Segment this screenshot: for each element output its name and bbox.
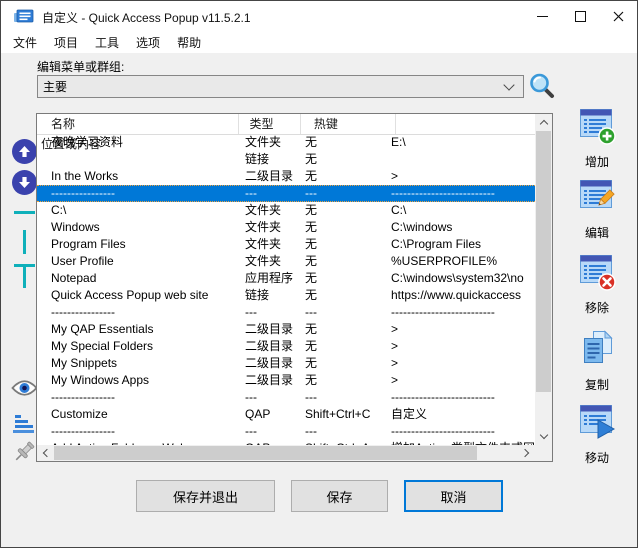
minimize-button[interactable]	[523, 1, 561, 32]
title-bar: 自定义 - Quick Access Popup v11.5.2.1	[1, 1, 637, 32]
remove-button[interactable]: 移除	[564, 254, 630, 316]
save-button[interactable]: 保存	[291, 480, 388, 512]
table-row[interactable]: ----------------------------------------…	[37, 389, 535, 406]
table-body: 夜晚学习资料文件夹无E:\ 链接无 In the Works二级目录无> ---…	[37, 134, 535, 445]
add-button[interactable]: 增加	[564, 108, 630, 170]
app-icon	[14, 9, 34, 24]
menu-break-icon	[14, 264, 35, 289]
items-listview: 名称 类型 热键 位置或内容 夜晚学习资料文件夹无E:\ 链接无 In the …	[36, 113, 553, 462]
scroll-up-arrow[interactable]	[535, 114, 552, 131]
table-row[interactable]: My Snippets二级目录无>	[37, 355, 535, 372]
table-row[interactable]: CustomizeQAPShift+Ctrl+C自定义	[37, 406, 535, 423]
scroll-right-arrow[interactable]	[518, 445, 535, 461]
save-and-exit-button[interactable]: 保存并退出	[136, 480, 275, 512]
horizontal-scrollbar-thumb[interactable]	[54, 446, 477, 460]
menu-group-dropdown[interactable]: 主要	[37, 75, 524, 98]
close-button[interactable]	[599, 1, 637, 32]
table-row[interactable]: My QAP Essentials二级目录无>	[37, 321, 535, 338]
table-header: 名称 类型 热键 位置或内容	[37, 114, 535, 135]
move-button-label: 移动	[564, 449, 630, 466]
app-window: 自定义 - Quick Access Popup v11.5.2.1 文件 项目…	[0, 0, 638, 548]
eye-icon	[11, 378, 38, 398]
menu-tools[interactable]: 工具	[90, 32, 124, 53]
maximize-button[interactable]	[561, 1, 599, 32]
close-icon	[613, 11, 624, 22]
separator-line-icon	[14, 211, 35, 214]
scroll-down-arrow[interactable]	[535, 428, 552, 445]
search-button[interactable]	[528, 72, 556, 100]
window-title: 自定义 - Quick Access Popup v11.5.2.1	[42, 9, 251, 26]
table-row[interactable]: ----------------------------------------…	[37, 304, 535, 321]
menu-file[interactable]: 文件	[8, 32, 42, 53]
header-name[interactable]: 名称	[37, 114, 239, 134]
column-break-icon	[23, 230, 26, 254]
edit-button-label: 编辑	[564, 224, 630, 241]
menu-bar: 文件 项目 工具 选项 帮助	[1, 32, 637, 53]
scroll-left-arrow[interactable]	[37, 445, 54, 461]
arrow-down-icon	[18, 176, 31, 189]
copy-icon	[576, 329, 618, 369]
table-row[interactable]: My Windows Apps二级目录无>	[37, 372, 535, 389]
remove-button-label: 移除	[564, 299, 630, 316]
move-button[interactable]: 移动	[564, 404, 630, 466]
table-row[interactable]: My Special Folders二级目录无>	[37, 338, 535, 355]
menu-items[interactable]: 项目	[49, 32, 83, 53]
edit-button[interactable]: 编辑	[564, 179, 630, 241]
scrollbar-corner	[535, 445, 552, 461]
add-button-label: 增加	[564, 153, 630, 170]
search-icon	[528, 72, 556, 100]
move-icon	[576, 404, 618, 442]
edit-menu-group-label: 编辑菜单或群组:	[37, 58, 124, 75]
menu-options[interactable]: 选项	[131, 32, 165, 53]
table-row[interactable]: User Profile文件夹无%USERPROFILE%	[37, 253, 535, 270]
table-row[interactable]: Windows文件夹无C:\windows	[37, 219, 535, 236]
arrow-up-icon	[18, 145, 31, 158]
add-icon	[576, 108, 618, 146]
table-row[interactable]: 链接无	[37, 151, 535, 168]
vertical-scrollbar-thumb[interactable]	[536, 131, 551, 392]
vertical-scrollbar[interactable]	[535, 114, 552, 445]
horizontal-scrollbar[interactable]	[37, 445, 535, 461]
table-row[interactable]: 夜晚学习资料文件夹无E:\	[37, 134, 535, 151]
copy-button-label: 复制	[564, 376, 630, 393]
dropdown-selected-value: 主要	[38, 78, 505, 95]
table-row[interactable]: Program Files文件夹无C:\Program Files	[37, 236, 535, 253]
edit-icon	[576, 179, 618, 217]
remove-icon	[576, 254, 618, 292]
table-row[interactable]: Quick Access Popup web site链接无https://ww…	[37, 287, 535, 304]
header-type[interactable]: 类型	[243, 114, 301, 134]
cancel-button[interactable]: 取消	[404, 480, 503, 512]
table-row[interactable]: ----------------------------------------…	[37, 423, 535, 440]
chevron-down-icon	[503, 79, 514, 90]
table-row-selected[interactable]: ----------------------------------------…	[37, 185, 535, 202]
sort-bars-icon	[12, 415, 36, 435]
copy-button[interactable]: 复制	[564, 329, 630, 393]
menu-help[interactable]: 帮助	[172, 32, 206, 53]
table-row[interactable]: C:\文件夹无C:\	[37, 202, 535, 219]
table-row[interactable]: Notepad应用程序无C:\windows\system32\no	[37, 270, 535, 287]
header-hotkey[interactable]: 热键	[306, 114, 396, 134]
table-row[interactable]: In the Works二级目录无>	[37, 168, 535, 185]
pin-icon	[11, 439, 37, 465]
